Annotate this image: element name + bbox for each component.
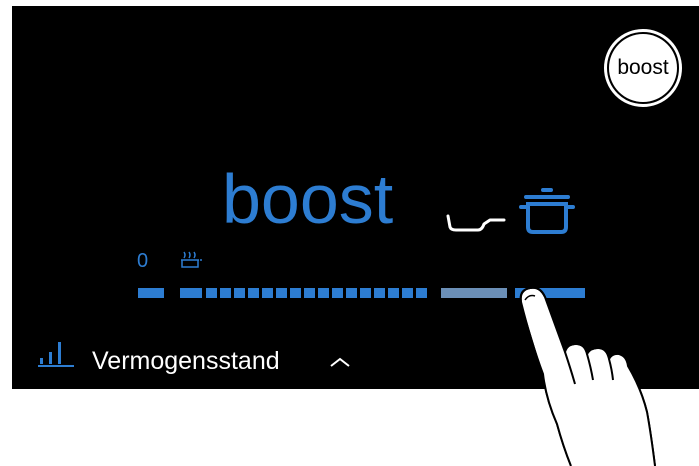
boost-button-label: boost — [617, 56, 669, 79]
frying-pan-icon — [446, 214, 506, 232]
pot-icon — [519, 188, 575, 234]
power-management-label[interactable]: Vermogensstand — [92, 347, 280, 376]
slider-segment-boost-low[interactable] — [441, 288, 507, 298]
keep-warm-icon[interactable] — [179, 249, 203, 269]
power-level-display: boost — [222, 160, 394, 238]
slider-segment[interactable] — [332, 288, 343, 298]
slider-zero-label: 0 — [137, 250, 149, 272]
slider-segment[interactable] — [416, 288, 427, 298]
slider-segment[interactable] — [346, 288, 357, 298]
boost-button[interactable]: boost — [604, 29, 682, 107]
slider-segment[interactable] — [276, 288, 287, 298]
chevron-up-icon[interactable] — [329, 356, 351, 368]
slider-segment[interactable] — [248, 288, 259, 298]
slider-segment[interactable] — [388, 288, 399, 298]
pointing-hand-icon — [519, 286, 656, 466]
slider-segment[interactable] — [374, 288, 385, 298]
slider-segment[interactable] — [180, 288, 202, 298]
slider-segment[interactable] — [206, 288, 217, 298]
slider-segment[interactable] — [234, 288, 245, 298]
slider-segment[interactable] — [138, 288, 164, 298]
slider-segment[interactable] — [262, 288, 273, 298]
slider-segment[interactable] — [402, 288, 413, 298]
slider-segment[interactable] — [318, 288, 329, 298]
slider-segment[interactable] — [220, 288, 231, 298]
power-level-icon — [38, 342, 74, 367]
slider-segment[interactable] — [304, 288, 315, 298]
slider-segment[interactable] — [360, 288, 371, 298]
slider-segment[interactable] — [290, 288, 301, 298]
